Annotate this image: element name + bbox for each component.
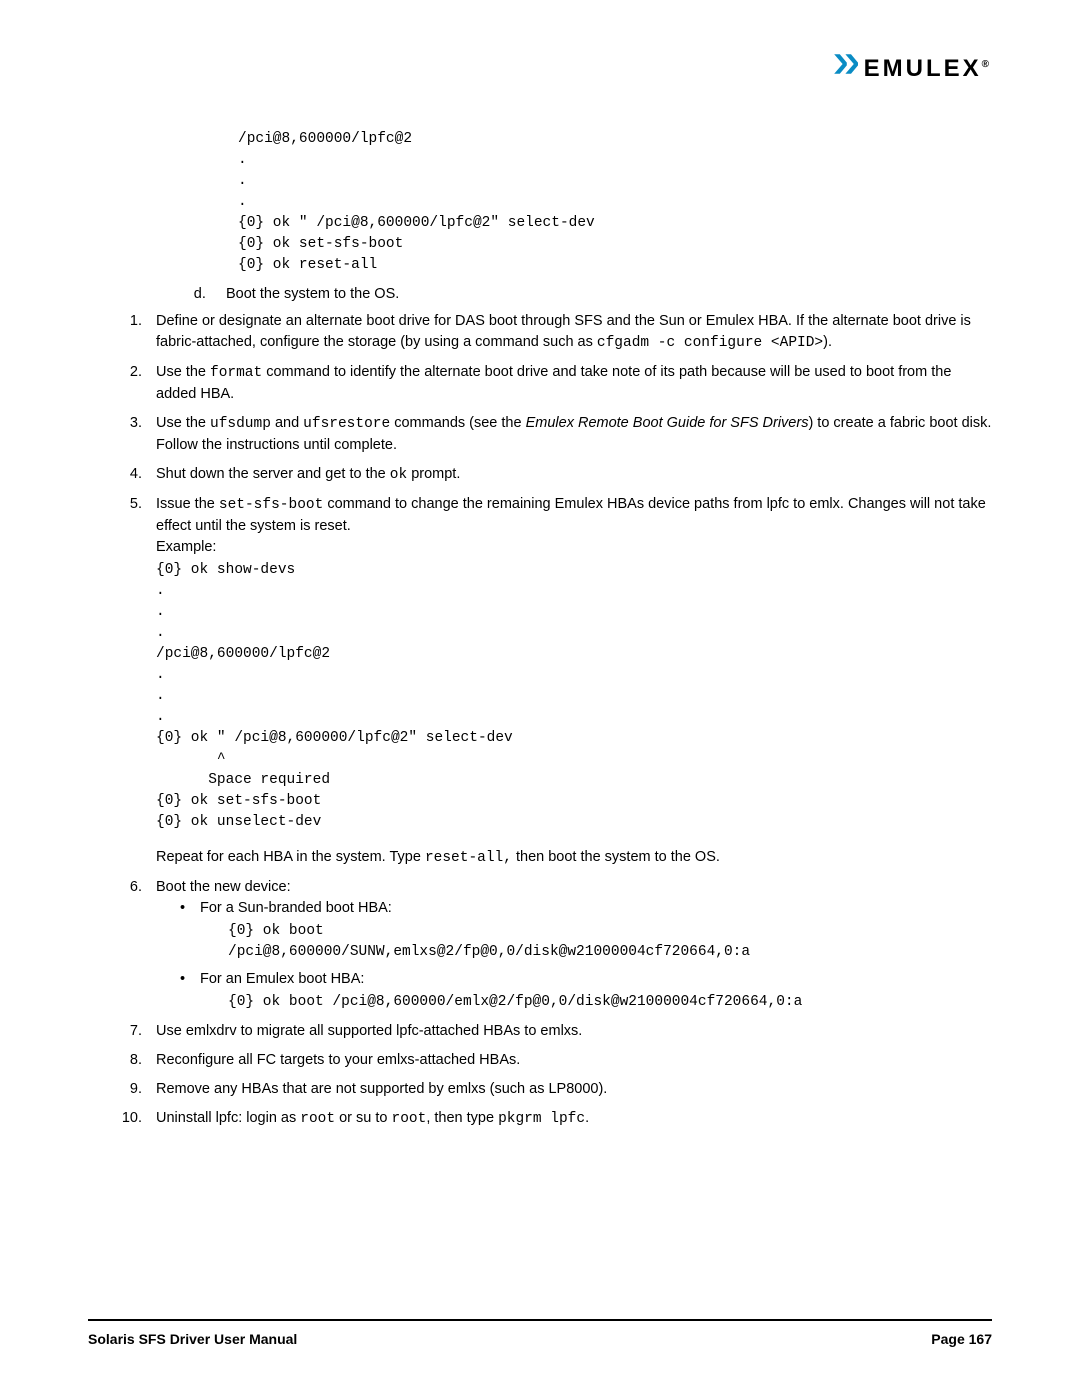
footer-page: Page 167: [931, 1329, 992, 1349]
step-15: Uninstall lpfc: login as root or su to r…: [146, 1108, 992, 1130]
page-footer: Solaris SFS Driver User Manual Page 167: [88, 1319, 992, 1349]
page-header: EMULEX®: [88, 50, 992, 89]
logo-text: EMULEX®: [864, 52, 992, 87]
step-10-repeat: Repeat for each HBA in the system. Type …: [156, 847, 992, 869]
step-9: Shut down the server and get to the ok p…: [146, 464, 992, 486]
step-6: Define or designate an alternate boot dr…: [146, 311, 992, 354]
step-7: Use the format command to identify the a…: [146, 362, 992, 405]
code-emulex-hba: {0} ok boot /pci@8,600000/emlx@2/fp@0,0/…: [228, 992, 992, 1013]
code-block-pre-e: /pci@8,600000/lpfc@2 . . . {0} ok " /pci…: [238, 129, 992, 276]
step-10-code: {0} ok show-devs . . . /pci@8,600000/lpf…: [156, 560, 992, 833]
code-sun-hba: {0} ok boot /pci@8,600000/SUNW,emlxs@2/f…: [228, 921, 992, 963]
sublist-alpha: Boot the system to the OS.: [198, 284, 992, 305]
logo-icon: [830, 50, 858, 89]
footer-title: Solaris SFS Driver User Manual: [88, 1329, 297, 1349]
example-label: Example:: [156, 537, 992, 558]
step-8: Use the ufsdump and ufsrestore commands …: [146, 413, 992, 456]
step-11: Boot the new device: For a Sun-branded b…: [146, 877, 992, 1013]
step-13: Reconfigure all FC targets to your emlxs…: [146, 1050, 992, 1071]
step-5e: Boot the system to the OS.: [218, 284, 992, 305]
main-ordered-list: Define or designate an alternate boot dr…: [146, 311, 992, 1131]
brand-logo: EMULEX®: [830, 50, 992, 89]
step-10: Issue the set-sfs-boot command to change…: [146, 494, 992, 869]
bullet-sun-hba: For a Sun-branded boot HBA: {0} ok boot …: [176, 898, 992, 963]
document-content: /pci@8,600000/lpfc@2 . . . {0} ok " /pci…: [88, 129, 992, 1131]
bullet-emulex-hba: For an Emulex boot HBA: {0} ok boot /pci…: [176, 969, 992, 1013]
step-12: Use emlxdrv to migrate all supported lpf…: [146, 1021, 992, 1042]
step-14: Remove any HBAs that are not supported b…: [146, 1079, 992, 1100]
step-11-bullets: For a Sun-branded boot HBA: {0} ok boot …: [176, 898, 992, 1013]
